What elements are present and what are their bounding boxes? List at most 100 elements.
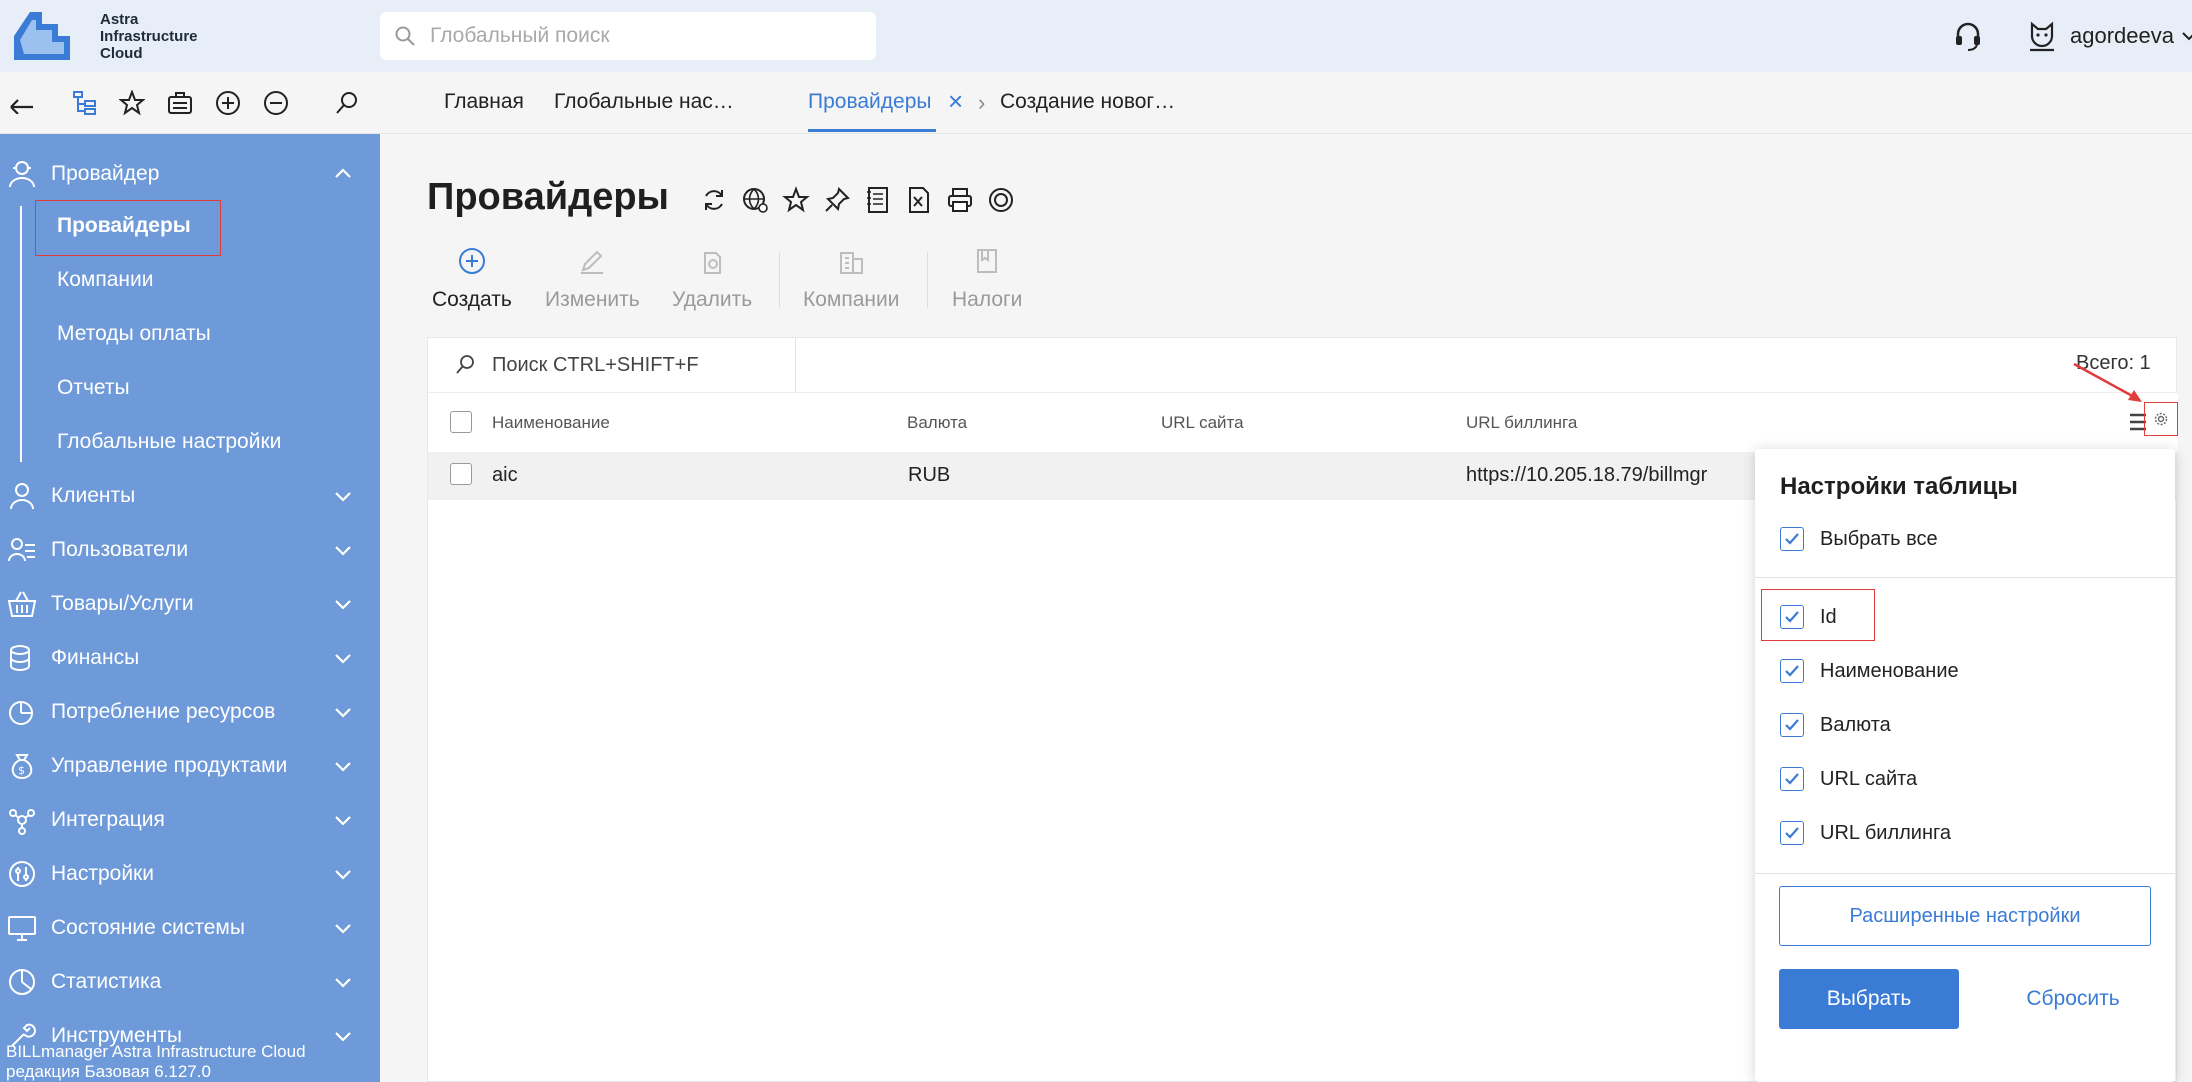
- basket-icon: [6, 588, 38, 620]
- apply-button[interactable]: Выбрать: [1779, 969, 1959, 1029]
- option-label: Валюта: [1820, 713, 1891, 736]
- sidebar-item-reports[interactable]: Отчеты: [57, 376, 130, 400]
- plus-circle-icon: [432, 244, 512, 278]
- print-icon[interactable]: [944, 184, 975, 215]
- checkbox-checked[interactable]: [1780, 659, 1804, 683]
- toolbar-breadcrumbs: Главная Глобальные нас… Провайдеры × › С…: [0, 72, 2192, 134]
- checkbox-checked[interactable]: [1780, 605, 1804, 629]
- help-lifebuoy-icon[interactable]: [985, 184, 1016, 215]
- column-option-billing-url[interactable]: URL биллинга: [1780, 818, 1951, 848]
- checkbox-checked[interactable]: [1780, 713, 1804, 737]
- chevron-down-icon: [2182, 32, 2192, 41]
- sidebar-section-label: Товары/Услуги: [51, 592, 194, 615]
- sidebar-section-finance[interactable]: Финансы: [0, 632, 380, 684]
- sidebar-item-payment-methods[interactable]: Методы оплаты: [57, 322, 211, 346]
- sidebar-section-goods-services[interactable]: Товары/Услуги: [0, 578, 380, 630]
- select-all-option[interactable]: Выбрать все: [1780, 524, 1938, 554]
- option-label: URL биллинга: [1820, 821, 1951, 844]
- pin-icon[interactable]: [821, 184, 852, 215]
- refresh-icon[interactable]: [698, 184, 729, 215]
- global-search-input[interactable]: [428, 23, 858, 49]
- column-option-currency[interactable]: Валюта: [1780, 710, 1891, 740]
- breadcrumb-providers[interactable]: Провайдеры: [808, 90, 932, 114]
- sidebar-section-provider[interactable]: Провайдер: [0, 148, 380, 200]
- page-title: Провайдеры: [427, 176, 670, 218]
- column-header-site-url[interactable]: URL сайта: [1161, 413, 1244, 433]
- create-button[interactable]: Создать: [432, 244, 512, 312]
- option-label: Id: [1820, 605, 1837, 628]
- logo-text-line: Astra: [100, 10, 139, 28]
- breadcrumb-create-new[interactable]: Создание новог…: [1000, 90, 1175, 114]
- sidebar-item-global-settings[interactable]: Глобальные настройки: [57, 430, 281, 454]
- checkbox-checked[interactable]: [1780, 767, 1804, 791]
- zoom-out-icon[interactable]: [259, 86, 293, 120]
- breadcrumb-home[interactable]: Главная: [444, 90, 524, 114]
- column-option-site-url[interactable]: URL сайта: [1780, 764, 1917, 794]
- building-icon: [803, 244, 899, 278]
- global-search[interactable]: [380, 12, 876, 60]
- breadcrumb-separator-icon: ›: [978, 90, 986, 115]
- favorite-star-icon[interactable]: [780, 184, 811, 215]
- sidebar-section-label: Провайдер: [51, 162, 160, 185]
- taxes-button[interactable]: Налоги: [952, 244, 1022, 312]
- notes-document-icon[interactable]: [862, 184, 893, 215]
- create-button-label: Создать: [432, 288, 512, 311]
- logo-text: Astra Infrastructure Cloud: [100, 11, 198, 62]
- checkbox-checked[interactable]: [1780, 821, 1804, 845]
- search-icon: [456, 355, 474, 374]
- advanced-settings-button[interactable]: Расширенные настройки: [1779, 886, 2151, 946]
- sidebar-section-integration[interactable]: Интеграция: [0, 794, 380, 846]
- back-arrow-icon[interactable]: [4, 86, 38, 120]
- export-excel-icon[interactable]: [903, 184, 934, 215]
- sidebar-section-label: Состояние системы: [51, 916, 245, 939]
- sidebar-item-providers[interactable]: Провайдеры: [57, 214, 191, 238]
- chevron-down-icon: [335, 654, 351, 664]
- top-header: Astra Infrastructure Cloud agordeeva: [0, 0, 2192, 72]
- checkmark-icon: [1785, 773, 1799, 785]
- chevron-down-icon: [335, 600, 351, 610]
- statistics-icon: [6, 966, 38, 998]
- option-label: Наименование: [1820, 659, 1959, 682]
- zoom-in-icon[interactable]: [211, 86, 245, 120]
- table-search-input[interactable]: [490, 352, 790, 378]
- chevron-down-icon: [335, 978, 351, 988]
- sidebar: Провайдер Провайдеры Компании Методы опл…: [0, 134, 380, 1082]
- column-header-currency[interactable]: Валюта: [907, 413, 967, 433]
- user-name: agordeeva: [2070, 23, 2174, 48]
- select-all-checkbox[interactable]: [450, 411, 472, 433]
- chevron-down-icon: [335, 870, 351, 880]
- row-checkbox[interactable]: [450, 463, 472, 485]
- sidebar-section-system-status[interactable]: Состояние системы: [0, 902, 380, 954]
- globe-link-icon[interactable]: [739, 184, 770, 215]
- column-option-name[interactable]: Наименование: [1780, 656, 1959, 686]
- column-header-billing-url[interactable]: URL биллинга: [1466, 413, 1577, 433]
- delete-button[interactable]: Удалить: [672, 244, 752, 312]
- sidebar-section-settings[interactable]: Настройки: [0, 848, 380, 900]
- actions-divider: [779, 252, 780, 308]
- sidebar-section-clients[interactable]: Клиенты: [0, 470, 380, 522]
- user-menu[interactable]: agordeeva: [2026, 14, 2192, 58]
- annotation-arrow-icon: [2073, 362, 2142, 402]
- sidebar-section-statistics[interactable]: Статистика: [0, 956, 380, 1008]
- breadcrumb-global-settings[interactable]: Глобальные нас…: [554, 90, 734, 114]
- star-icon[interactable]: [115, 86, 149, 120]
- briefcase-list-icon[interactable]: [163, 86, 197, 120]
- table-search[interactable]: [428, 338, 796, 392]
- submenu-guide-line: [20, 206, 22, 462]
- column-option-id[interactable]: Id: [1780, 602, 1837, 632]
- column-header-name[interactable]: Наименование: [492, 413, 610, 433]
- support-headset-icon[interactable]: [1950, 18, 1986, 54]
- sidebar-item-companies[interactable]: Компании: [57, 268, 153, 292]
- sidebar-section-product-management[interactable]: $ Управление продуктами: [0, 740, 380, 792]
- edit-button[interactable]: Изменить: [545, 244, 640, 312]
- sidebar-section-users[interactable]: Пользователи: [0, 524, 380, 576]
- app-logo[interactable]: Astra Infrastructure Cloud: [10, 10, 198, 62]
- close-tab-icon[interactable]: ×: [948, 86, 963, 116]
- companies-button[interactable]: Компании: [803, 244, 899, 312]
- search-menu-icon[interactable]: [330, 86, 364, 120]
- checkbox-checked[interactable]: [1780, 527, 1804, 551]
- checkmark-icon: [1785, 611, 1799, 623]
- tree-structure-icon[interactable]: [68, 86, 102, 120]
- sidebar-section-resource-usage[interactable]: Потребление ресурсов: [0, 686, 380, 738]
- reset-button[interactable]: Сбросить: [1993, 969, 2153, 1029]
